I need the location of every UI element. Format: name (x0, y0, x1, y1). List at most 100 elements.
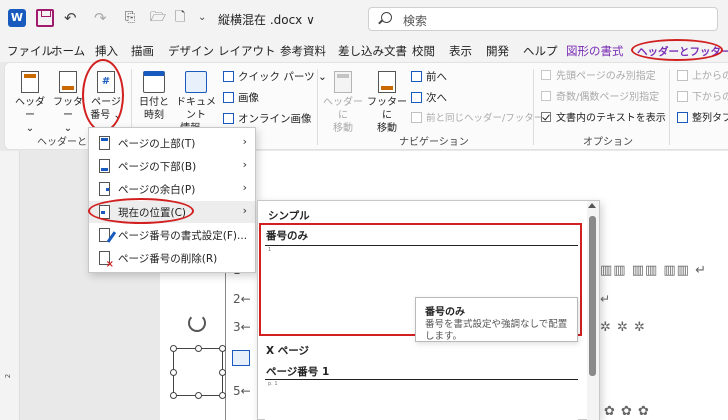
ruler-number: 2 (4, 373, 13, 379)
online-picture-icon (223, 113, 234, 124)
first-page-different-checkbox[interactable]: 先頭ページのみ別指定 (541, 70, 656, 84)
menu-item-bottom-of-page[interactable]: ページの下部(B) › (89, 155, 255, 177)
checkbox-checked-icon (541, 112, 551, 122)
page-bottom-icon (99, 159, 110, 173)
highlight-oval-page-number (82, 59, 124, 132)
insert-alignment-tab-button[interactable]: 整列タブ (677, 112, 728, 126)
gallery-item-title: X ページ (266, 345, 310, 357)
resize-handle[interactable] (219, 345, 226, 352)
menu-item-top-of-page[interactable]: ページの上部(T) › (89, 132, 255, 154)
checkbox-icon (541, 91, 551, 101)
undo-icon[interactable]: ↶ (64, 9, 82, 27)
menu-item-format-page-numbers[interactable]: ページ番号の書式設定(F)... (89, 224, 255, 246)
row-number: 5← (233, 384, 251, 398)
header-position-icon (677, 70, 688, 81)
tab-draw[interactable]: 描画 (131, 43, 154, 59)
footer-icon (59, 71, 77, 93)
search-icon (381, 12, 392, 23)
tab-review[interactable]: 校閲 (412, 43, 435, 59)
tooltip-description: 番号を書式設定や強調なしで配置します。 (425, 319, 568, 342)
pattern-decoration-icon: ✲ ✲ ✲ (600, 320, 646, 335)
tab-design[interactable]: デザイン (168, 43, 214, 59)
new-document-icon[interactable]: 🗋 (175, 10, 185, 26)
alignment-tab-icon (677, 112, 688, 123)
gallery-item-page-number[interactable]: p. 1 (265, 379, 578, 420)
calendar-icon (143, 71, 165, 93)
document-info-button[interactable]: ドキュメント 情報 ⌄ (173, 71, 219, 135)
tab-shape-format[interactable]: 図形の書式 (566, 43, 624, 59)
quick-parts-button[interactable]: クイック パーツ ⌄ (223, 70, 327, 84)
online-picture-button[interactable]: オンライン画像 (223, 112, 312, 126)
resize-handle[interactable] (195, 345, 202, 352)
rotate-handle-icon[interactable] (188, 314, 206, 332)
tab-references[interactable]: 参考資料 (280, 43, 326, 59)
resize-handle[interactable] (195, 392, 202, 399)
document-title[interactable]: 縦横混在 .docx ∨ (218, 11, 315, 28)
menu-item-remove-page-numbers[interactable]: ページ番号の削除(R) (89, 247, 255, 270)
footer-from-bottom-field[interactable]: 下からのフ (677, 91, 728, 105)
selected-shape[interactable] (170, 345, 226, 399)
footer-position-icon (677, 91, 688, 102)
page-top-icon (99, 136, 110, 150)
previous-button[interactable]: 前へ (411, 70, 447, 84)
format-page-number-icon (99, 228, 110, 242)
scroll-up-icon[interactable] (588, 203, 596, 208)
customize-toolbar-icon[interactable]: ⌄ (198, 10, 206, 26)
chevron-right-icon: › (242, 181, 247, 194)
tab-insert[interactable]: 挿入 (95, 43, 118, 59)
date-time-button[interactable]: 日付と 時刻 (137, 71, 171, 122)
search-placeholder: 検索 (403, 14, 428, 28)
menu-item-page-margins[interactable]: ページの余白(P) › (89, 178, 255, 200)
search-input[interactable]: 検索 (368, 7, 718, 31)
chevron-right-icon: › (242, 158, 247, 171)
group-separator (669, 69, 670, 145)
layout-options-icon[interactable] (232, 350, 250, 366)
save-icon[interactable] (36, 9, 54, 27)
vertical-ruler (0, 151, 20, 420)
highlight-oval-tab (631, 39, 723, 61)
goto-footer-button[interactable]: フッターに 移動 (365, 71, 409, 135)
title-bar: W ↶ ↷ ⎘ 🗁 🗋 ⌄ 縦横混在 .docx ∨ 検索 (0, 0, 728, 38)
resize-handle[interactable] (219, 369, 226, 376)
tab-file[interactable]: ファイル (7, 43, 53, 59)
copy-format-icon[interactable]: ⎘ (125, 10, 135, 26)
tab-help[interactable]: ヘルプ (523, 43, 558, 59)
show-document-text-checkbox[interactable]: 文書内のテキストを表示 (541, 112, 666, 126)
header-from-top-field[interactable]: 上からのヘ (677, 70, 728, 84)
header-button[interactable]: ヘッダー ⌄ (13, 71, 47, 135)
previous-icon (411, 71, 422, 82)
next-icon (411, 92, 422, 103)
goto-header-icon (334, 71, 352, 93)
resize-handle[interactable] (170, 369, 177, 376)
redo-icon[interactable]: ↷ (94, 9, 112, 27)
ribbon-tab-bar: ファイル ホーム 挿入 描画 デザイン レイアウト 参考資料 差し込み文書 校閲… (0, 38, 728, 62)
row-number: 3← (233, 320, 251, 334)
link-to-previous-button[interactable]: 前と同じヘッダー/フッター (411, 112, 543, 126)
preview-number: p. 1 (268, 381, 278, 387)
tab-view[interactable]: 表示 (449, 43, 472, 59)
checkbox-icon (541, 70, 551, 80)
picture-button[interactable]: 画像 (223, 91, 259, 105)
group-separator (533, 69, 534, 145)
picture-icon (223, 92, 234, 103)
resize-handle[interactable] (170, 392, 177, 399)
scrollbar-thumb[interactable] (589, 216, 596, 376)
odd-even-different-checkbox[interactable]: 奇数/偶数ページ別指定 (541, 91, 659, 105)
tab-layout[interactable]: レイアウト (218, 43, 276, 59)
chevron-right-icon: › (242, 204, 247, 217)
link-icon (411, 112, 422, 123)
chevron-right-icon: › (242, 135, 247, 148)
goto-header-button[interactable]: ヘッダーに 移動 (321, 71, 365, 135)
tab-mailings[interactable]: 差し込み文書 (338, 43, 407, 59)
next-button[interactable]: 次へ (411, 91, 447, 105)
resize-handle[interactable] (219, 392, 226, 399)
open-folder-icon[interactable]: 🗁 (150, 10, 166, 26)
footer-button[interactable]: フッター ⌄ (51, 71, 85, 135)
remove-page-number-icon (99, 251, 114, 270)
tab-developer[interactable]: 開発 (486, 43, 509, 59)
gallery-tooltip: 番号のみ 番号を書式設定や強調なしで配置します。 (415, 297, 578, 342)
resize-handle[interactable] (170, 345, 177, 352)
header-icon (21, 71, 39, 93)
quick-parts-icon (223, 71, 234, 82)
tab-home[interactable]: ホーム (51, 43, 85, 59)
